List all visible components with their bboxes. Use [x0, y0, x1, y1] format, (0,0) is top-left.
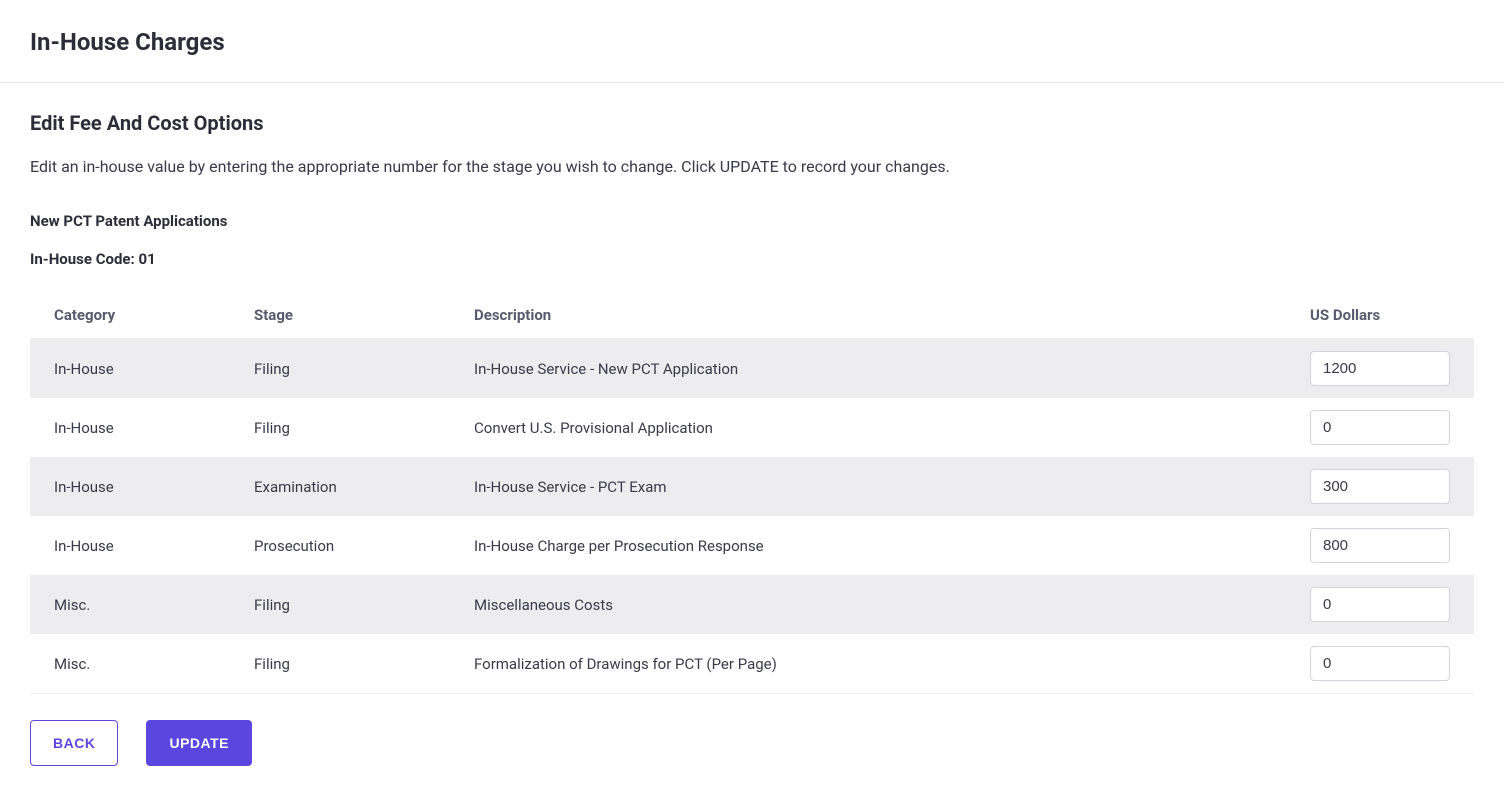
update-button[interactable]: UPDATE: [146, 720, 252, 766]
cell-stage: Examination: [230, 457, 450, 516]
cell-stage: Prosecution: [230, 516, 450, 575]
content-area: Edit Fee And Cost Options Edit an in-hou…: [0, 83, 1504, 794]
table-row: In-House Filing Convert U.S. Provisional…: [30, 398, 1474, 457]
application-type-label: New PCT Patent Applications: [30, 212, 1474, 230]
cell-amount: [1286, 634, 1474, 694]
table-header-row: Category Stage Description US Dollars: [30, 292, 1474, 339]
column-header-stage: Stage: [230, 292, 450, 339]
cell-amount: [1286, 398, 1474, 457]
table-row: Misc. Filing Miscellaneous Costs: [30, 575, 1474, 634]
amount-input[interactable]: [1310, 646, 1450, 681]
cell-description: In-House Service - New PCT Application: [450, 339, 1286, 399]
cell-stage: Filing: [230, 398, 450, 457]
table-row: In-House Prosecution In-House Charge per…: [30, 516, 1474, 575]
amount-input[interactable]: [1310, 469, 1450, 504]
cell-category: Misc.: [30, 575, 230, 634]
amount-input[interactable]: [1310, 587, 1450, 622]
instructions-text: Edit an in-house value by entering the a…: [30, 157, 1474, 176]
column-header-amount: US Dollars: [1286, 292, 1474, 339]
table-row: In-House Examination In-House Service - …: [30, 457, 1474, 516]
cell-amount: [1286, 457, 1474, 516]
cell-description: Miscellaneous Costs: [450, 575, 1286, 634]
cell-category: In-House: [30, 339, 230, 399]
cell-description: In-House Charge per Prosecution Response: [450, 516, 1286, 575]
column-header-description: Description: [450, 292, 1286, 339]
amount-input[interactable]: [1310, 410, 1450, 445]
cell-stage: Filing: [230, 575, 450, 634]
charges-table: Category Stage Description US Dollars In…: [30, 292, 1474, 694]
table-row: In-House Filing In-House Service - New P…: [30, 339, 1474, 399]
cell-category: In-House: [30, 457, 230, 516]
button-row: BACK UPDATE: [30, 720, 1474, 766]
in-house-code-label: In-House Code: 01: [30, 250, 1474, 268]
amount-input[interactable]: [1310, 528, 1450, 563]
cell-category: In-House: [30, 516, 230, 575]
cell-description: Convert U.S. Provisional Application: [450, 398, 1286, 457]
amount-input[interactable]: [1310, 351, 1450, 386]
back-button[interactable]: BACK: [30, 720, 118, 766]
cell-stage: Filing: [230, 634, 450, 694]
page-title: In-House Charges: [0, 0, 1504, 83]
cell-stage: Filing: [230, 339, 450, 399]
cell-amount: [1286, 516, 1474, 575]
cell-amount: [1286, 339, 1474, 399]
section-title: Edit Fee And Cost Options: [30, 111, 1474, 135]
cell-category: In-House: [30, 398, 230, 457]
cell-amount: [1286, 575, 1474, 634]
column-header-category: Category: [30, 292, 230, 339]
cell-category: Misc.: [30, 634, 230, 694]
cell-description: Formalization of Drawings for PCT (Per P…: [450, 634, 1286, 694]
cell-description: In-House Service - PCT Exam: [450, 457, 1286, 516]
table-row: Misc. Filing Formalization of Drawings f…: [30, 634, 1474, 694]
